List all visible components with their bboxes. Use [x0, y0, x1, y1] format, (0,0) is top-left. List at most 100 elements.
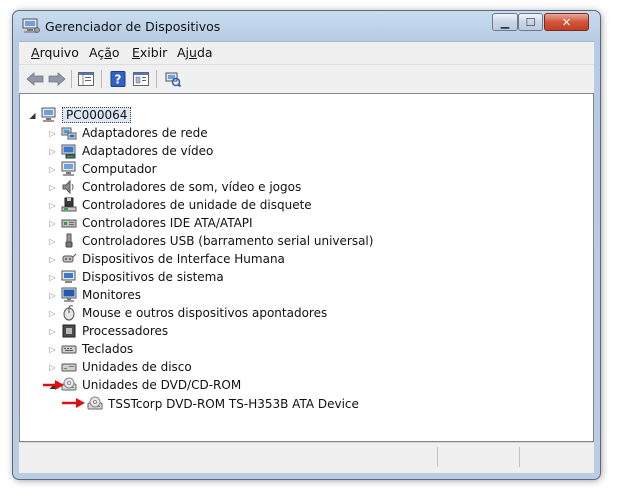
status-bar — [19, 442, 594, 473]
tree-category-label: Dispositivos de sistema — [82, 270, 224, 284]
tree-category-item[interactable]: ▷ Dispositivos de Interface Humana — [48, 250, 285, 268]
tree-category-label: Dispositivos de Interface Humana — [82, 252, 285, 266]
tree-category-label: Controladores de unidade de disquete — [82, 198, 312, 212]
tree-child-device[interactable]: TSSTcorp DVD-ROM TS-H353B ATA Device — [87, 395, 359, 413]
expand-arrow-icon[interactable]: ▷ — [48, 160, 57, 178]
monitor-icon — [61, 287, 77, 302]
help-icon: ? — [110, 71, 126, 87]
forward-button[interactable] — [48, 70, 66, 88]
menu-ajuda[interactable]: Ajuda — [177, 45, 213, 60]
toolbar-separator — [156, 70, 157, 88]
tree-category-label: Monitores — [82, 288, 141, 302]
toolbar: ? — [19, 64, 594, 94]
tree-category-item[interactable]: ▷ Mouse e outros dispositivos apontadores — [48, 304, 327, 322]
tree-category-label: Teclados — [82, 342, 134, 356]
maximize-icon: ☐ — [525, 15, 536, 29]
back-icon — [26, 72, 44, 86]
tree-category-item[interactable]: ▷ Processadores — [48, 322, 168, 340]
ide-controller-icon — [61, 219, 77, 228]
view-icon — [133, 72, 149, 86]
usb-icon — [65, 233, 73, 248]
maximize-button[interactable]: ☐ — [518, 13, 543, 31]
scan-hardware-icon — [165, 72, 181, 87]
close-icon: ✕ — [561, 15, 572, 29]
device-tree: ◢ PC000064 ▷ Adaptadores de rede ▷ Adaptado… — [19, 93, 594, 442]
tree-root-label: PC000064 — [62, 107, 132, 123]
tree-category-item[interactable]: ▷ Controladores de unidade de disquete — [48, 196, 312, 214]
expand-arrow-icon[interactable]: ▷ — [48, 268, 57, 286]
expand-arrow-icon[interactable]: ▷ — [48, 142, 57, 160]
tree-category-label: Computador — [82, 162, 157, 176]
computer-icon — [41, 107, 56, 122]
red-arrow-icon — [43, 380, 64, 390]
tree-category-item[interactable]: ▷ Teclados — [48, 340, 133, 358]
computer-icon — [61, 161, 76, 176]
status-separator — [437, 447, 438, 467]
status-separator — [519, 447, 520, 467]
expand-arrow-icon[interactable]: ▷ — [48, 124, 57, 142]
toolbar-separator — [101, 70, 102, 88]
expand-arrow-icon[interactable]: ▷ — [48, 214, 57, 232]
red-arrow-icon — [62, 398, 85, 408]
tree-category-label: Unidades de disco — [82, 360, 192, 374]
dvd-drive-icon — [87, 396, 103, 410]
device-manager-icon — [22, 18, 40, 33]
tree-category-item[interactable]: ▷ Adaptadores de rede — [48, 124, 208, 142]
mouse-icon — [63, 305, 75, 321]
tree-category-item[interactable]: ▷ Controladores IDE ATA/ATAPI — [48, 214, 253, 232]
expand-arrow-icon[interactable]: ▷ — [48, 304, 57, 322]
menu-arquivo[interactable]: Arquivo — [31, 45, 79, 60]
minimize-icon: ▁ — [500, 15, 510, 29]
expand-arrow-icon[interactable]: ▷ — [48, 196, 57, 214]
tree-category-item[interactable]: ▷ Computador — [48, 160, 157, 178]
sound-icon — [62, 179, 74, 195]
expand-arrow-icon[interactable]: ▷ — [48, 340, 57, 358]
tree-category-item[interactable]: ▷ Monitores — [48, 286, 141, 304]
expand-arrow-icon[interactable]: ▷ — [48, 358, 57, 376]
view-button[interactable] — [132, 70, 150, 88]
show-hide-tree-button[interactable] — [77, 70, 95, 88]
device-manager-window: Gerenciador de Dispositivos ▁ ☐ ✕ Arquiv… — [12, 10, 601, 480]
window-title: Gerenciador de Dispositivos — [45, 19, 221, 34]
tree-category-label: Mouse e outros dispositivos apontadores — [82, 306, 328, 320]
menu-acao[interactable]: Ação — [89, 45, 120, 60]
hid-icon — [62, 253, 77, 263]
tree-category-item[interactable]: ▷ Controladores USB (barramento serial un… — [48, 232, 373, 250]
expand-arrow-icon[interactable]: ▷ — [48, 232, 57, 250]
tree-category-label: Controladores USB (barramento serial uni… — [82, 234, 374, 248]
menu-exibir[interactable]: Exibir — [132, 45, 167, 60]
expand-arrow-icon[interactable]: ▷ — [48, 250, 57, 268]
tree-category-item[interactable]: ▷ Adaptadores de vídeo — [48, 142, 213, 160]
tree-category-item[interactable]: ▷ Unidades de disco — [48, 358, 192, 376]
tree-category-label: Processadores — [82, 324, 169, 338]
keyboard-icon — [61, 345, 77, 354]
tree-category-label: Controladores de som, vídeo e jogos — [82, 180, 302, 194]
tree-category-item[interactable]: ◢Unidades de DVD/CD-ROM — [48, 376, 241, 394]
tree-category-label: Adaptadores de vídeo — [82, 144, 214, 158]
tree-category-label: Unidades de DVD/CD-ROM — [82, 378, 242, 392]
tree-category-item[interactable]: ▷ Dispositivos de sistema — [48, 268, 224, 286]
expand-arrow-icon[interactable]: ▷ — [48, 178, 57, 196]
back-button[interactable] — [26, 70, 44, 88]
processor-icon — [62, 324, 76, 338]
collapse-arrow-icon[interactable]: ◢ — [28, 106, 37, 124]
system-device-icon — [61, 270, 76, 283]
help-button[interactable]: ? — [109, 70, 127, 88]
disk-drive-icon — [61, 363, 77, 372]
tree-category-item[interactable]: ▷ Controladores de som, vídeo e jogos — [48, 178, 301, 196]
forward-icon — [48, 72, 66, 86]
svg-text:?: ? — [115, 73, 122, 87]
minimize-button[interactable]: ▁ — [492, 13, 518, 31]
toolbar-separator — [71, 70, 72, 88]
expand-arrow-icon[interactable]: ▷ — [48, 286, 57, 304]
close-button[interactable]: ✕ — [544, 13, 589, 31]
menu-bar: Arquivo Ação Exibir Ajuda — [19, 41, 594, 64]
scan-hardware-button[interactable] — [164, 70, 182, 88]
floppy-controller-icon — [61, 197, 77, 212]
tree-root[interactable]: ◢ PC000064 — [28, 106, 132, 124]
expand-arrow-icon[interactable]: ▷ — [48, 322, 57, 340]
tree-category-label: Adaptadores de rede — [82, 126, 208, 140]
tree-category-label: Controladores IDE ATA/ATAPI — [82, 216, 253, 230]
title-bar: Gerenciador de Dispositivos ▁ ☐ ✕ — [13, 11, 600, 41]
properties-icon — [78, 72, 94, 86]
